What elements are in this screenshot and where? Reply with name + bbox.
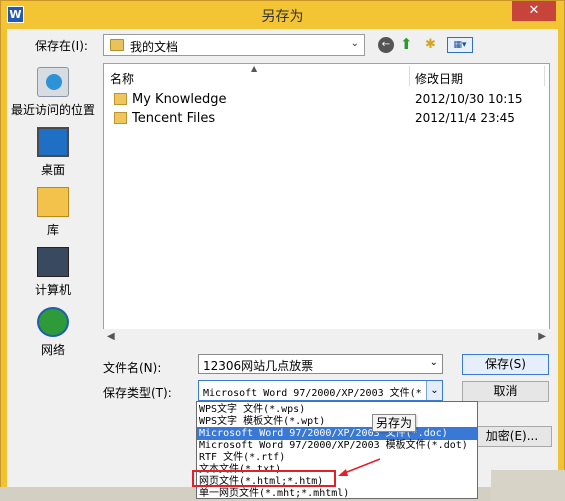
filetype-value: Microsoft Word 97/2000/XP/2003 文件(* bbox=[203, 388, 422, 399]
library-icon bbox=[37, 187, 69, 217]
place-label: 最近访问的位置 bbox=[10, 103, 95, 117]
sort-up-icon: ▲ bbox=[251, 64, 258, 73]
save-in-label: 保存在(I): bbox=[35, 39, 88, 53]
place-computer[interactable]: 计算机 bbox=[9, 247, 97, 298]
column-header-name[interactable]: 名称 bbox=[110, 70, 134, 87]
horizontal-scrollbar[interactable]: ◀ ▶ bbox=[103, 329, 550, 345]
dropdown-option[interactable]: 单一网页文件(*.mht;*.mhtml) bbox=[197, 487, 477, 500]
place-label: 库 bbox=[46, 223, 59, 237]
view-menu-icon[interactable]: ▦▾ bbox=[447, 37, 473, 53]
column-divider[interactable] bbox=[409, 66, 410, 86]
place-label: 网络 bbox=[40, 343, 65, 357]
save-button[interactable]: 保存(S) bbox=[462, 354, 549, 375]
window-title: 另存为 bbox=[261, 9, 304, 25]
close-button[interactable]: ✕ bbox=[512, 1, 556, 21]
list-item[interactable]: My Knowledge 2012/10/30 10:15 bbox=[104, 90, 549, 109]
filename-input[interactable]: 12306网站几点放票 ⌄ bbox=[198, 354, 443, 374]
places-bar: 最近访问的位置 桌面 库 计算机 网络 bbox=[9, 63, 97, 375]
place-label: 计算机 bbox=[34, 283, 71, 297]
folder-icon bbox=[110, 39, 124, 51]
background-strip bbox=[491, 470, 565, 501]
computer-icon bbox=[37, 247, 69, 277]
file-date: 2012/11/4 23:45 bbox=[415, 111, 515, 125]
annotation-highlight-box bbox=[192, 470, 336, 487]
title-bar: W 另存为 ✕ bbox=[1, 1, 564, 29]
column-header-date[interactable]: 修改日期 bbox=[415, 70, 463, 87]
scroll-right-icon[interactable]: ▶ bbox=[538, 331, 546, 342]
filename-value: 12306网站几点放票 bbox=[203, 359, 314, 373]
filetype-label: 保存类型(T): bbox=[103, 386, 172, 400]
filetype-select[interactable]: Microsoft Word 97/2000/XP/2003 文件(* ⌄ bbox=[198, 380, 443, 401]
desktop-icon bbox=[37, 127, 69, 157]
file-date: 2012/10/30 10:15 bbox=[415, 92, 523, 106]
column-divider[interactable] bbox=[544, 66, 545, 86]
file-name: Tencent Files bbox=[132, 111, 216, 126]
chevron-down-icon[interactable]: ⌄ bbox=[430, 357, 438, 368]
place-library[interactable]: 库 bbox=[9, 187, 97, 238]
annotation-arrow-icon bbox=[338, 458, 381, 476]
chevron-down-icon[interactable]: ⌄ bbox=[426, 381, 442, 400]
scroll-left-icon[interactable]: ◀ bbox=[107, 331, 115, 342]
save-in-dropdown[interactable]: 我的文档 ⌄ bbox=[103, 34, 365, 56]
new-folder-icon[interactable]: ✱ bbox=[425, 37, 441, 53]
encrypt-button[interactable]: 加密(E)... bbox=[472, 426, 552, 447]
file-list[interactable]: ▲ 名称 修改日期 My Knowledge 2012/10/30 10:15 … bbox=[103, 63, 550, 344]
network-icon bbox=[37, 307, 69, 337]
chevron-down-icon: ⌄ bbox=[350, 38, 359, 49]
place-recent[interactable]: 最近访问的位置 bbox=[9, 67, 97, 118]
place-network[interactable]: 网络 bbox=[9, 307, 97, 358]
list-item[interactable]: Tencent Files 2012/11/4 23:45 bbox=[104, 109, 549, 128]
folder-icon bbox=[114, 93, 127, 105]
tooltip: 另存为 bbox=[372, 414, 416, 432]
recent-places-icon bbox=[37, 67, 69, 97]
filename-label: 文件名(N): bbox=[103, 361, 162, 375]
file-name: My Knowledge bbox=[132, 92, 227, 107]
up-folder-icon[interactable]: ⬆ bbox=[400, 37, 416, 53]
back-icon[interactable]: ← bbox=[378, 37, 394, 53]
cancel-button[interactable]: 取消 bbox=[462, 381, 549, 402]
save-in-value: 我的文档 bbox=[130, 40, 179, 54]
place-label: 桌面 bbox=[40, 163, 65, 177]
folder-icon bbox=[114, 112, 127, 124]
place-desktop[interactable]: 桌面 bbox=[9, 127, 97, 178]
